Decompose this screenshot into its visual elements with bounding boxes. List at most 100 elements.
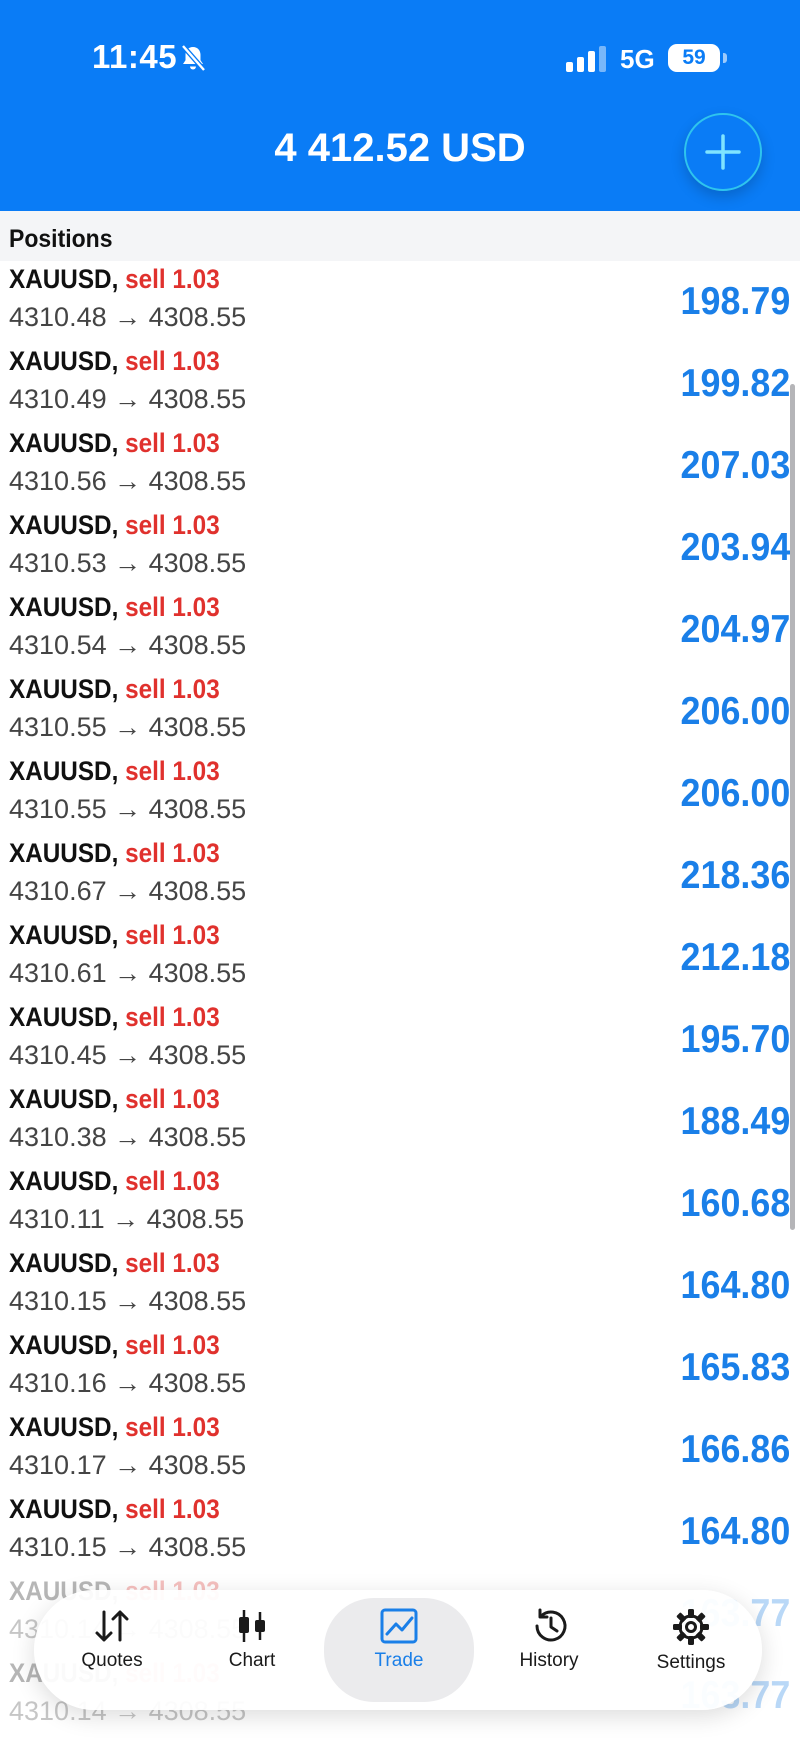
position-profit: 165.83	[680, 1346, 790, 1389]
tab-quotes[interactable]: Quotes	[52, 1598, 172, 1702]
position-prices: 4310.17 → 4308.55	[9, 1450, 247, 1480]
tab-settings[interactable]: Settings	[626, 1598, 756, 1702]
symbol-name: XAUUSD,	[9, 264, 119, 294]
tab-trade[interactable]: Trade	[324, 1598, 474, 1702]
position-symbol: XAUUSD, sell 1.03	[9, 1412, 220, 1443]
position-prices: 4310.16 → 4308.55	[9, 1368, 247, 1398]
symbol-name: XAUUSD,	[9, 510, 119, 540]
tab-history[interactable]: History	[484, 1598, 614, 1702]
position-profit: 218.36	[680, 854, 790, 897]
position-side-volume: sell 1.03	[125, 756, 220, 786]
position-profit: 204.97	[680, 608, 790, 651]
symbol-name: XAUUSD,	[9, 838, 119, 868]
position-prices: 4310.54 → 4308.55	[9, 630, 247, 660]
position-symbol: XAUUSD, sell 1.03	[9, 1002, 220, 1033]
tab-bar: Quotes Chart Trade History Settings	[34, 1590, 762, 1710]
position-side-volume: sell 1.03	[125, 1330, 220, 1360]
position-row[interactable]: XAUUSD, sell 1.03 4310.48 → 4308.55 198.79	[0, 262, 800, 344]
position-symbol: XAUUSD, sell 1.03	[9, 838, 220, 869]
position-row[interactable]: XAUUSD, sell 1.03 4310.53 → 4308.55 203.94	[0, 508, 800, 590]
tab-chart[interactable]: Chart	[192, 1598, 312, 1702]
position-side-volume: sell 1.03	[125, 428, 220, 458]
new-order-button[interactable]	[684, 113, 762, 191]
position-symbol: XAUUSD, sell 1.03	[9, 756, 220, 787]
section-title: Positions	[9, 225, 113, 253]
status-time: 11:45	[92, 38, 178, 75]
symbol-name: XAUUSD,	[9, 428, 119, 458]
position-row[interactable]: XAUUSD, sell 1.03 4310.67 → 4308.55 218.36	[0, 836, 800, 918]
position-prices: 4310.15 → 4308.55	[9, 1532, 247, 1562]
position-row[interactable]: XAUUSD, sell 1.03 4310.16 → 4308.55 165.83	[0, 1328, 800, 1410]
battery-icon: 59	[668, 44, 727, 72]
position-side-volume: sell 1.03	[125, 1494, 220, 1524]
position-row[interactable]: XAUUSD, sell 1.03 4310.55 → 4308.55 206.00	[0, 672, 800, 754]
position-symbol: XAUUSD, sell 1.03	[9, 1248, 220, 1279]
position-row[interactable]: XAUUSD, sell 1.03 4310.15 → 4308.55 164.80	[0, 1492, 800, 1574]
bell-off-icon	[180, 44, 206, 77]
position-row[interactable]: XAUUSD, sell 1.03 4310.17 → 4308.55 166.86	[0, 1410, 800, 1492]
position-side-volume: sell 1.03	[125, 346, 220, 376]
position-profit: 164.80	[680, 1510, 790, 1553]
position-prices: 4310.15 → 4308.55	[9, 1286, 247, 1316]
position-profit: 207.03	[680, 444, 790, 487]
position-profit: 195.70	[680, 1018, 790, 1061]
sort-arrows-icon	[95, 1610, 129, 1642]
symbol-name: XAUUSD,	[9, 346, 119, 376]
position-side-volume: sell 1.03	[125, 1084, 220, 1114]
position-symbol: XAUUSD, sell 1.03	[9, 1084, 220, 1115]
symbol-name: XAUUSD,	[9, 592, 119, 622]
symbol-name: XAUUSD,	[9, 1412, 119, 1442]
symbol-name: XAUUSD,	[9, 1248, 119, 1278]
position-prices: 4310.55 → 4308.55	[9, 794, 247, 824]
position-profit: 160.68	[680, 1182, 790, 1225]
position-prices: 4310.61 → 4308.55	[9, 958, 247, 988]
position-prices: 4310.38 → 4308.55	[9, 1122, 247, 1152]
position-profit: 212.18	[680, 936, 790, 979]
position-profit: 188.49	[680, 1100, 790, 1143]
position-side-volume: sell 1.03	[125, 674, 220, 704]
position-side-volume: sell 1.03	[125, 838, 220, 868]
position-side-volume: sell 1.03	[125, 1248, 220, 1278]
position-symbol: XAUUSD, sell 1.03	[9, 920, 220, 951]
position-prices: 4310.48 → 4308.55	[9, 302, 247, 332]
position-row[interactable]: XAUUSD, sell 1.03 4310.55 → 4308.55 206.00	[0, 754, 800, 836]
position-profit: 206.00	[680, 772, 790, 815]
symbol-name: XAUUSD,	[9, 920, 119, 950]
position-symbol: XAUUSD, sell 1.03	[9, 1494, 220, 1525]
signal-icon	[566, 46, 608, 77]
scrollbar[interactable]	[790, 384, 795, 1230]
plus-icon	[705, 134, 741, 170]
position-row[interactable]: XAUUSD, sell 1.03 4310.38 → 4308.55 188.49	[0, 1082, 800, 1164]
positions-section-header: Positions	[0, 211, 800, 261]
position-profit: 166.86	[680, 1428, 790, 1471]
symbol-name: XAUUSD,	[9, 756, 119, 786]
position-row[interactable]: XAUUSD, sell 1.03 4310.54 → 4308.55 204.97	[0, 590, 800, 672]
position-row[interactable]: XAUUSD, sell 1.03 4310.15 → 4308.55 164.80	[0, 1246, 800, 1328]
position-profit: 164.80	[680, 1264, 790, 1307]
position-row[interactable]: XAUUSD, sell 1.03 4310.61 → 4308.55 212.18	[0, 918, 800, 1000]
symbol-name: XAUUSD,	[9, 1084, 119, 1114]
position-prices: 4310.55 → 4308.55	[9, 712, 247, 742]
position-symbol: XAUUSD, sell 1.03	[9, 264, 220, 295]
app-header: 11:45 5G 59 4 412.52 USD	[0, 0, 800, 211]
position-symbol: XAUUSD, sell 1.03	[9, 592, 220, 623]
position-row[interactable]: XAUUSD, sell 1.03 4310.56 → 4308.55 207.03	[0, 426, 800, 508]
tab-settings-label: Settings	[656, 1652, 726, 1673]
position-side-volume: sell 1.03	[125, 1002, 220, 1032]
symbol-name: XAUUSD,	[9, 1166, 119, 1196]
position-symbol: XAUUSD, sell 1.03	[9, 1330, 220, 1361]
position-row[interactable]: XAUUSD, sell 1.03 4310.11 → 4308.55 160.68	[0, 1164, 800, 1246]
position-profit: 203.94	[680, 526, 790, 569]
position-prices: 4310.49 → 4308.55	[9, 384, 247, 414]
position-symbol: XAUUSD, sell 1.03	[9, 346, 220, 377]
trade-chart-icon	[380, 1608, 418, 1644]
gear-icon	[673, 1609, 709, 1645]
position-row[interactable]: XAUUSD, sell 1.03 4310.45 → 4308.55 195.70	[0, 1000, 800, 1082]
position-side-volume: sell 1.03	[125, 264, 220, 294]
position-symbol: XAUUSD, sell 1.03	[9, 428, 220, 459]
position-prices: 4310.53 → 4308.55	[9, 548, 247, 578]
position-prices: 4310.56 → 4308.55	[9, 466, 247, 496]
tab-trade-label: Trade	[374, 1650, 424, 1671]
network-type: 5G	[620, 44, 655, 74]
position-row[interactable]: XAUUSD, sell 1.03 4310.49 → 4308.55 199.82	[0, 344, 800, 426]
